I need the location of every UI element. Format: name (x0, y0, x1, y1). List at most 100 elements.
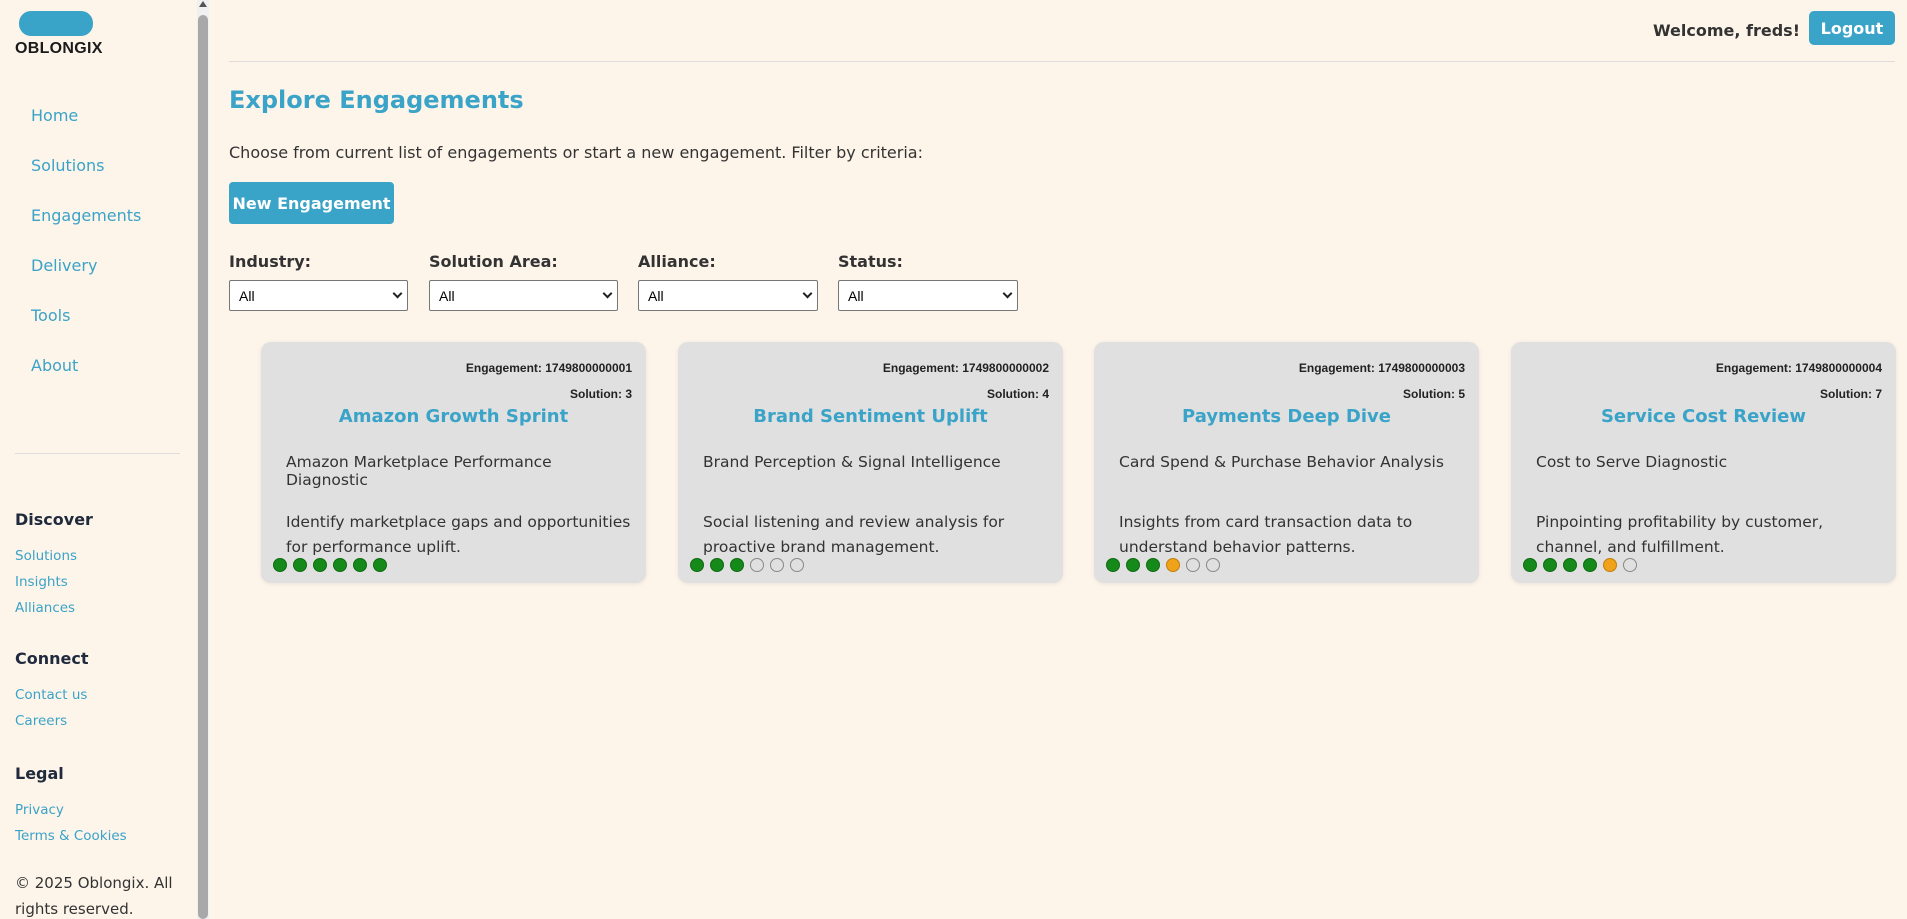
status-dot-pending (1206, 558, 1220, 572)
card-engagement-id: Engagement: 1749800000004 (1715, 361, 1882, 375)
status-dot-complete (1106, 558, 1120, 572)
engagement-card[interactable]: Engagement: 1749800000004 Solution: 7 Se… (1511, 342, 1896, 583)
main-nav: Home Solutions Engagements Delivery Tool… (31, 104, 141, 404)
copyright: © 2025 Oblongix. All rights reserved. (15, 874, 173, 918)
filter-solution-area: Solution Area: All (429, 252, 618, 311)
filter-industry: Industry: All (229, 252, 408, 311)
engagement-card[interactable]: Engagement: 1749800000003 Solution: 5 Pa… (1094, 342, 1479, 583)
status-dot-complete (333, 558, 347, 572)
status-dot-complete (1126, 558, 1140, 572)
filter-status: Status: All (838, 252, 1018, 311)
footer-connect: Connect Contact us Careers (15, 646, 89, 734)
footer-link-privacy[interactable]: Privacy (15, 797, 127, 823)
brand-name[interactable]: OBLONGIX (15, 40, 103, 58)
filter-label-status: Status: (838, 252, 903, 271)
card-description: Pinpointing profitability by customer, c… (1536, 513, 1824, 556)
chevron-down-icon (602, 288, 613, 299)
logout-button[interactable]: Logout (1809, 11, 1895, 45)
status-dot-pending (1623, 558, 1637, 572)
welcome-text: Welcome, freds! (1652, 21, 1800, 40)
footer-heading-connect: Connect (15, 649, 89, 668)
card-solution-id: Solution: 3 (570, 387, 632, 401)
footer-discover: Discover Solutions Insights Alliances (15, 507, 93, 621)
nav-item-delivery[interactable]: Delivery (31, 254, 141, 304)
status-dot-in-progress (1166, 558, 1180, 572)
footer-heading-discover: Discover (15, 510, 93, 529)
filter-label-alliance: Alliance: (638, 252, 716, 271)
nav-item-home[interactable]: Home (31, 104, 141, 154)
status-dot-complete (710, 558, 724, 572)
status-dot-pending (770, 558, 784, 572)
engagement-card[interactable]: Engagement: 1749800000002 Solution: 4 Br… (678, 342, 1063, 583)
status-dot-pending (1186, 558, 1200, 572)
card-description: Identify marketplace gaps and opportunit… (286, 513, 631, 556)
card-subtitle: Cost to Serve Diagnostic (1536, 453, 1728, 471)
scroll-up-arrow-icon[interactable] (199, 1, 207, 7)
card-description: Insights from card transaction data to u… (1119, 513, 1413, 556)
filter-label-solution-area: Solution Area: (429, 252, 558, 271)
status-dot-complete (313, 558, 327, 572)
status-dots (273, 558, 387, 572)
footer-link-insights[interactable]: Insights (15, 569, 93, 595)
status-dot-complete (1563, 558, 1577, 572)
footer-link-alliances[interactable]: Alliances (15, 595, 93, 621)
alliance-select[interactable]: All (638, 280, 818, 311)
status-dot-in-progress (1603, 558, 1617, 572)
status-dot-complete (273, 558, 287, 572)
filter-label-industry: Industry: (229, 252, 312, 271)
status-dot-complete (373, 558, 387, 572)
status-dot-complete (730, 558, 744, 572)
nav-item-about[interactable]: About (31, 354, 141, 404)
card-title[interactable]: Payments Deep Dive (1094, 406, 1479, 427)
status-select-value: All (848, 287, 864, 304)
status-dot-complete (293, 558, 307, 572)
status-dot-complete (1543, 558, 1557, 572)
page-title: Explore Engagements (229, 86, 524, 114)
card-title[interactable]: Brand Sentiment Uplift (678, 406, 1063, 427)
card-title[interactable]: Service Cost Review (1511, 406, 1896, 427)
header-divider (229, 61, 1895, 62)
status-dot-pending (790, 558, 804, 572)
scroll-thumb[interactable] (198, 15, 208, 919)
card-solution-id: Solution: 7 (1820, 387, 1882, 401)
chevron-down-icon (392, 288, 403, 299)
card-engagement-id: Engagement: 1749800000003 (1298, 361, 1465, 375)
chevron-down-icon (1002, 288, 1013, 299)
status-dot-complete (1523, 558, 1537, 572)
chevron-down-icon (802, 288, 813, 299)
sidebar-scrollbar[interactable] (197, 0, 209, 919)
status-dots (1106, 558, 1220, 572)
footer-link-contact[interactable]: Contact us (15, 682, 89, 708)
industry-select[interactable]: All (229, 280, 408, 311)
sidebar: OBLONGIX Home Solutions Engagements Deli… (0, 0, 197, 919)
intro-text: Choose from current list of engagements … (229, 143, 923, 162)
footer-link-solutions[interactable]: Solutions (15, 543, 93, 569)
card-solution-id: Solution: 5 (1403, 387, 1465, 401)
nav-item-engagements[interactable]: Engagements (31, 204, 141, 254)
footer-link-terms[interactable]: Terms & Cookies (15, 823, 127, 849)
footer-link-careers[interactable]: Careers (15, 708, 89, 734)
card-engagement-id: Engagement: 1749800000001 (465, 361, 632, 375)
sidebar-divider (15, 453, 180, 454)
status-select[interactable]: All (838, 280, 1018, 311)
solution-area-select-value: All (439, 287, 455, 304)
engagement-card[interactable]: Engagement: 1749800000001 Solution: 3 Am… (261, 342, 646, 583)
card-title[interactable]: Amazon Growth Sprint (261, 406, 646, 427)
card-subtitle: Amazon Marketplace Performance Diagnosti… (286, 453, 552, 489)
filter-alliance: Alliance: All (638, 252, 818, 311)
footer-heading-legal: Legal (15, 764, 64, 783)
new-engagement-button[interactable]: New Engagement (229, 182, 394, 224)
status-dot-pending (750, 558, 764, 572)
nav-item-solutions[interactable]: Solutions (31, 154, 141, 204)
status-dot-complete (690, 558, 704, 572)
status-dot-complete (353, 558, 367, 572)
card-subtitle: Card Spend & Purchase Behavior Analysis (1119, 453, 1444, 471)
solution-area-select[interactable]: All (429, 280, 618, 311)
alliance-select-value: All (648, 287, 664, 304)
card-engagement-id: Engagement: 1749800000002 (882, 361, 1049, 375)
card-solution-id: Solution: 4 (987, 387, 1049, 401)
industry-select-value: All (239, 287, 255, 304)
nav-item-tools[interactable]: Tools (31, 304, 141, 354)
status-dots (690, 558, 804, 572)
logo-icon[interactable] (19, 11, 93, 36)
